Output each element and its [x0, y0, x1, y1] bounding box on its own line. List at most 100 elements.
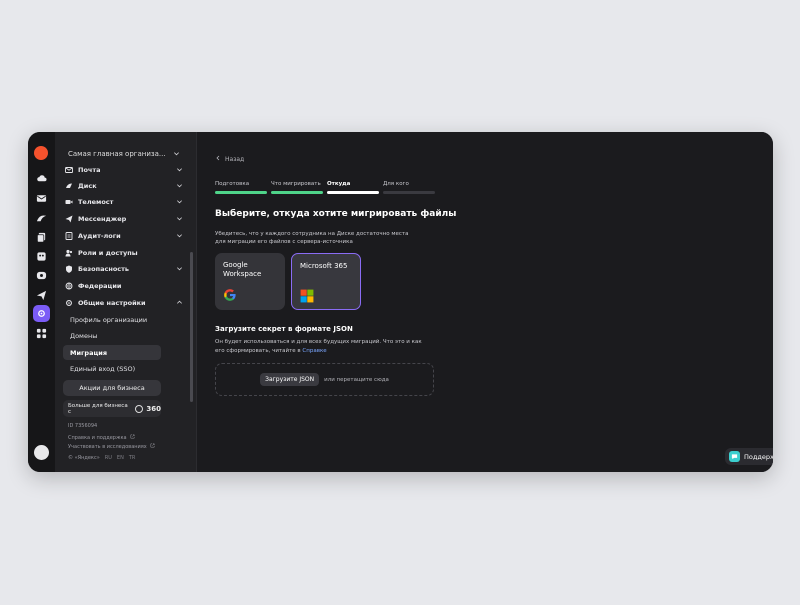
- chevron-up-icon: [176, 299, 183, 308]
- sidebar-subitem-domains[interactable]: Домены: [63, 328, 161, 343]
- support-button-label: Поддержка: [744, 452, 773, 461]
- telemost-app-icon[interactable]: [36, 213, 47, 224]
- json-dropzone[interactable]: Загрузите JSON или перетащите сюда: [215, 363, 434, 396]
- business-360-text: Больше для бизнеса с: [68, 402, 128, 415]
- cloud-icon[interactable]: [36, 173, 47, 184]
- lang-tr[interactable]: TR: [129, 455, 136, 461]
- business-promo-button[interactable]: Акции для бизнеса: [63, 380, 161, 396]
- sidebar-item-telemost[interactable]: Телемост: [63, 194, 185, 209]
- page-description: Убедитесь, что у каждого сотрудника на Д…: [215, 231, 409, 245]
- step-label: Для кого: [383, 181, 409, 187]
- source-card-google[interactable]: Google Workspace: [215, 253, 285, 310]
- step-progress-bar: [215, 191, 267, 194]
- support-button[interactable]: Поддержка: [725, 448, 773, 465]
- service-rail: [28, 132, 55, 472]
- step-label: Что мигрировать: [271, 181, 321, 187]
- source-card-microsoft[interactable]: Microsoft 365: [291, 253, 361, 310]
- copyright-text: © «Яндекс»: [68, 455, 100, 461]
- help-link-text: Справка и поддержка: [68, 434, 127, 441]
- microsoft-icon: [300, 289, 314, 303]
- sidebar-subitem-label: Миграция: [70, 348, 108, 357]
- page-title: Выберите, откуда хотите мигрировать файл…: [215, 209, 457, 219]
- back-link[interactable]: Назад: [215, 155, 244, 163]
- send-app-icon[interactable]: [36, 290, 47, 301]
- step-progress-bar: [271, 191, 323, 194]
- sidebar-item-roles[interactable]: Роли и доступы: [63, 245, 185, 260]
- sidebar-item-mail[interactable]: Почта: [63, 162, 185, 177]
- json-section-description: Он будет использоваться и для всех будущ…: [215, 338, 433, 355]
- lang-ru[interactable]: RU: [105, 455, 112, 461]
- sidebar-item-security[interactable]: Безопасность: [63, 261, 185, 276]
- sidebar-item-label: Аудит-логи: [78, 231, 121, 240]
- step-label: Подготовка: [215, 181, 250, 187]
- sidebar-subitem-label: Единый вход (SSO): [70, 364, 136, 373]
- back-link-label: Назад: [225, 155, 245, 163]
- video-icon: [65, 198, 73, 206]
- ring-logo-icon: [135, 404, 144, 413]
- step-progress-bar: [383, 191, 435, 194]
- chevron-down-icon: [176, 215, 183, 224]
- chevron-down-icon: [176, 265, 183, 274]
- messenger-icon: [65, 215, 73, 223]
- sidebar-item-label: Диск: [78, 181, 97, 190]
- step-source[interactable]: Откуда: [327, 181, 379, 194]
- sidebar-scrollbar[interactable]: [190, 252, 193, 402]
- source-card-label: Microsoft 365: [300, 262, 348, 270]
- gear-icon: [65, 299, 73, 307]
- sidebar-item-label: Федерации: [78, 281, 122, 290]
- mail-app-icon[interactable]: [36, 193, 47, 204]
- all-services-icon[interactable]: [36, 328, 47, 339]
- sidebar-subitem-label: Профиль организации: [70, 315, 148, 324]
- main-content: Назад Подготовка Что мигрировать Откуда …: [197, 132, 773, 472]
- upload-json-button[interactable]: Загрузите JSON: [260, 373, 320, 386]
- disk-icon: [65, 182, 73, 190]
- google-icon: [224, 289, 236, 301]
- tracker-app-icon[interactable]: [36, 251, 47, 262]
- chevron-down-icon: [176, 198, 183, 207]
- migration-stepper: Подготовка Что мигрировать Откуда Для ко…: [215, 181, 435, 197]
- sidebar-subitem-sso[interactable]: Единый вход (SSO): [63, 361, 161, 376]
- step-preparation[interactable]: Подготовка: [215, 181, 267, 194]
- roles-icon: [65, 249, 73, 257]
- org-switcher[interactable]: Самая главная организа...: [68, 148, 180, 160]
- sidebar-item-federations[interactable]: Федерации: [63, 278, 185, 293]
- step-for-whom[interactable]: Для кого: [383, 181, 435, 194]
- sidebar-subitem-label: Домены: [70, 331, 98, 340]
- source-card-label: Google Workspace: [223, 261, 262, 278]
- docs-app-icon[interactable]: [36, 232, 47, 243]
- sidebar-item-label: Телемост: [78, 197, 114, 206]
- sidebar-item-audit[interactable]: Аудит-логи: [63, 228, 185, 243]
- sidebar-item-label: Безопасность: [78, 264, 130, 273]
- federation-icon: [65, 282, 73, 290]
- business-360-banner[interactable]: Больше для бизнеса с 360: [63, 400, 161, 417]
- research-link-text: Участвовать в исследованиях: [68, 443, 147, 450]
- step-what-to-migrate[interactable]: Что мигрировать: [271, 181, 323, 194]
- lang-en[interactable]: EN: [117, 455, 124, 461]
- sidebar-item-label: Общие настройки: [78, 298, 146, 307]
- help-link[interactable]: Справка и поддержка: [68, 434, 135, 441]
- mail-icon: [65, 166, 73, 174]
- research-link[interactable]: Участвовать в исследованиях: [68, 443, 155, 450]
- chevron-left-icon: [215, 155, 221, 163]
- sidebar-item-label: Мессенджер: [78, 214, 127, 223]
- yandex-logo-icon[interactable]: [34, 146, 48, 160]
- drop-hint: или перетащите сюда: [324, 376, 389, 383]
- messenger-app-icon[interactable]: [36, 270, 47, 281]
- sidebar-item-label: Почта: [78, 165, 101, 174]
- org-id: ID 7356094: [68, 423, 97, 429]
- sidebar-item-general-settings[interactable]: Общие настройки: [63, 295, 185, 310]
- chevron-down-icon: [176, 232, 183, 241]
- sidebar-subitem-org-profile[interactable]: Профиль организации: [63, 312, 161, 327]
- avatar[interactable]: [34, 445, 49, 460]
- footer-copyright-row: © «Яндекс» RU EN TR: [68, 455, 135, 461]
- business-360-number: 360: [146, 404, 161, 413]
- help-article-link[interactable]: Справке: [302, 348, 326, 354]
- admin-settings-icon[interactable]: [33, 305, 50, 322]
- app-window: Самая главная организа... Почта Диск Тел…: [28, 132, 773, 472]
- audit-icon: [65, 231, 73, 240]
- json-section-title: Загрузите секрет в формате JSON: [215, 325, 353, 333]
- sidebar-item-messenger[interactable]: Мессенджер: [63, 211, 185, 226]
- sidebar: Самая главная организа... Почта Диск Тел…: [55, 132, 197, 472]
- sidebar-subitem-migration[interactable]: Миграция: [63, 345, 161, 360]
- sidebar-item-disk[interactable]: Диск: [63, 178, 185, 193]
